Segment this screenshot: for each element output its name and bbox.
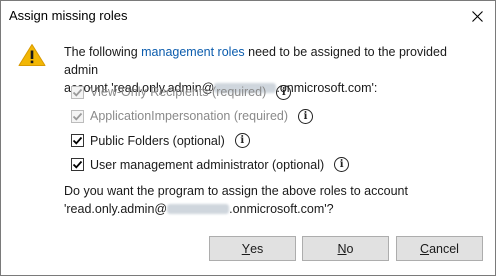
no-label-rest: o bbox=[346, 241, 354, 256]
cancel-button[interactable]: Cancel bbox=[396, 236, 483, 261]
checkmark-icon bbox=[72, 88, 83, 97]
no-button[interactable]: No bbox=[302, 236, 389, 261]
question-account-suffix: .onmicrosoft.com'? bbox=[229, 202, 334, 216]
role-checkbox-view-only-recipients bbox=[71, 85, 84, 99]
info-icon[interactable]: i bbox=[334, 157, 350, 173]
question-line1: Do you want the program to assign the ab… bbox=[64, 184, 408, 198]
role-item-public-folders: Public Folders (optional) i bbox=[71, 130, 349, 152]
role-item-application-impersonation: ApplicationImpersonation (required) i bbox=[71, 105, 349, 127]
role-item-view-only-recipients: View-Only Recipients (required) i bbox=[71, 81, 349, 103]
info-glyph: i bbox=[281, 86, 286, 98]
yes-label-rest: es bbox=[250, 241, 264, 256]
info-icon[interactable]: i bbox=[276, 84, 292, 100]
checkmark-icon bbox=[72, 112, 83, 121]
checkmark-icon bbox=[72, 161, 83, 169]
info-glyph: i bbox=[303, 110, 308, 122]
role-label: ApplicationImpersonation (required) bbox=[90, 109, 289, 124]
dialog-title: Assign missing roles bbox=[9, 8, 128, 23]
role-label[interactable]: User management administrator (optional) bbox=[90, 158, 324, 172]
roles-list: View-Only Recipients (required) i Applic… bbox=[71, 81, 350, 178]
cancel-label-rest: ancel bbox=[429, 241, 459, 256]
info-icon[interactable]: i bbox=[234, 133, 250, 149]
title-bar: Assign missing roles bbox=[1, 1, 495, 31]
cancel-mnemonic: C bbox=[420, 241, 430, 256]
question-text: Do you want the program to assign the ab… bbox=[64, 182, 484, 218]
role-label[interactable]: Public Folders (optional) bbox=[90, 134, 225, 148]
role-label: View-Only Recipients (required) bbox=[90, 85, 267, 99]
management-roles-link[interactable]: management roles bbox=[141, 45, 245, 59]
role-checkbox-application-impersonation bbox=[71, 109, 84, 123]
no-mnemonic: N bbox=[337, 241, 347, 256]
checkmark-icon bbox=[72, 136, 83, 145]
warning-icon bbox=[18, 44, 46, 66]
yes-button[interactable]: Yes bbox=[209, 236, 296, 261]
assign-roles-dialog: Assign missing roles The following manag… bbox=[0, 0, 496, 276]
question-account-prefix: 'read.only.admin@ bbox=[64, 202, 168, 216]
close-button[interactable] bbox=[459, 1, 495, 31]
info-icon[interactable]: i bbox=[298, 108, 314, 124]
close-icon bbox=[471, 10, 483, 22]
role-item-user-management-admin: User management administrator (optional)… bbox=[71, 154, 350, 176]
message-prefix: The following bbox=[64, 45, 142, 59]
role-checkbox-user-management-admin[interactable] bbox=[71, 158, 84, 172]
info-glyph: i bbox=[240, 135, 245, 147]
role-checkbox-public-folders[interactable] bbox=[71, 134, 84, 148]
info-glyph: i bbox=[339, 159, 344, 171]
yes-mnemonic: Y bbox=[241, 241, 251, 256]
redacted-domain bbox=[167, 204, 230, 214]
